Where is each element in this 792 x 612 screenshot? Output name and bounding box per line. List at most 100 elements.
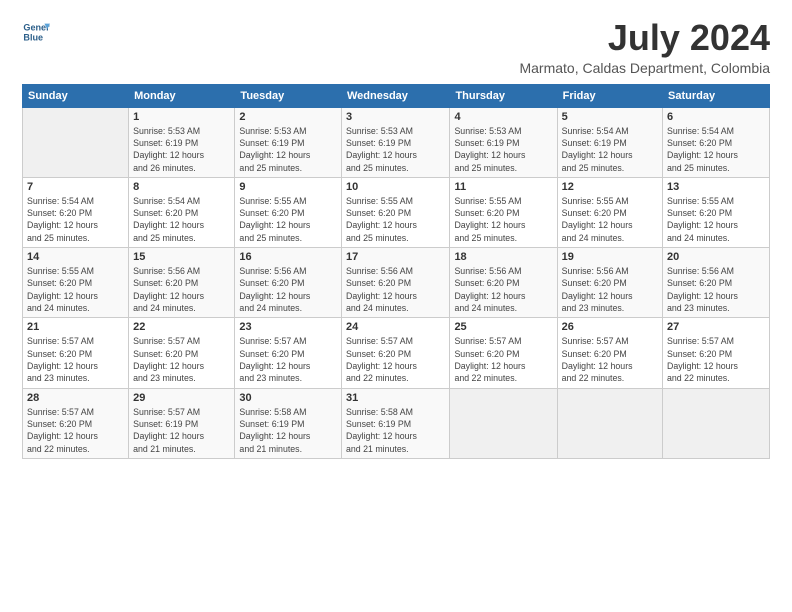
day-info: Sunrise: 5:57 AM Sunset: 6:20 PM Dayligh… — [346, 335, 445, 384]
day-number: 4 — [454, 111, 552, 123]
day-info: Sunrise: 5:53 AM Sunset: 6:19 PM Dayligh… — [346, 125, 445, 174]
calendar-cell: 25 Sunrise: 5:57 AM Sunset: 6:20 PM Dayli… — [450, 318, 557, 388]
day-number: 12 — [562, 181, 658, 193]
calendar-cell: 17Sunrise: 5:56 AM Sunset: 6:20 PM Dayli… — [341, 248, 449, 318]
day-number: 10 — [346, 181, 445, 193]
calendar-cell: 10 Sunrise: 5:55 AM Sunset: 6:20 PM Dayli… — [341, 177, 449, 247]
calendar-cell: 4 Sunrise: 5:53 AM Sunset: 6:19 PM Daylig… — [450, 107, 557, 177]
day-number: 3 — [346, 111, 445, 123]
day-info: Sunrise: 5:55 AM Sunset: 6:20 PM Dayligh… — [346, 195, 445, 244]
calendar-cell: 18Sunrise: 5:56 AM Sunset: 6:20 PM Dayli… — [450, 248, 557, 318]
day-info: Sunrise: 5:55 AM Sunset: 6:20 PM Dayligh… — [562, 195, 658, 244]
logo-icon: General Blue — [22, 18, 50, 46]
calendar-table: SundayMondayTuesdayWednesdayThursdayFrid… — [22, 84, 770, 459]
day-info: Sunrise: 5:54 AM Sunset: 6:19 PM Dayligh… — [562, 125, 658, 174]
day-info: Sunrise: 5:56 AM Sunset: 6:20 PM Dayligh… — [239, 265, 337, 314]
calendar-cell — [663, 388, 770, 458]
calendar-cell: 21Sunrise: 5:57 AM Sunset: 6:20 PM Dayli… — [23, 318, 129, 388]
day-info: Sunrise: 5:56 AM Sunset: 6:20 PM Dayligh… — [133, 265, 230, 314]
day-info: Sunrise: 5:57 AM Sunset: 6:20 PM Dayligh… — [27, 406, 124, 455]
day-number: 6 — [667, 111, 765, 123]
calendar-cell: 22 Sunrise: 5:57 AM Sunset: 6:20 PM Dayli… — [129, 318, 235, 388]
day-number: 13 — [667, 181, 765, 193]
calendar-header-cell: Monday — [129, 84, 235, 107]
calendar-header-cell: Wednesday — [341, 84, 449, 107]
logo: General Blue — [22, 18, 50, 46]
day-info: Sunrise: 5:58 AM Sunset: 6:19 PM Dayligh… — [239, 406, 337, 455]
day-info: Sunrise: 5:54 AM Sunset: 6:20 PM Dayligh… — [667, 125, 765, 174]
day-number: 23 — [239, 321, 337, 333]
calendar-cell: 6 Sunrise: 5:54 AM Sunset: 6:20 PM Daylig… — [663, 107, 770, 177]
calendar-body: 1 Sunrise: 5:53 AM Sunset: 6:19 PM Daylig… — [23, 107, 770, 458]
calendar-cell — [557, 388, 662, 458]
day-info: Sunrise: 5:57 AM Sunset: 6:20 PM Dayligh… — [27, 335, 124, 384]
calendar-cell: 20 Sunrise: 5:56 AM Sunset: 6:20 PM Dayli… — [663, 248, 770, 318]
calendar-cell: 24 Sunrise: 5:57 AM Sunset: 6:20 PM Dayli… — [341, 318, 449, 388]
day-number: 17 — [346, 251, 445, 263]
calendar-cell: 30 Sunrise: 5:58 AM Sunset: 6:19 PM Dayli… — [235, 388, 342, 458]
calendar-header-cell: Friday — [557, 84, 662, 107]
calendar-week-row: 28 Sunrise: 5:57 AM Sunset: 6:20 PM Dayli… — [23, 388, 770, 458]
calendar-cell: 15Sunrise: 5:56 AM Sunset: 6:20 PM Dayli… — [129, 248, 235, 318]
day-number: 30 — [239, 392, 337, 404]
day-number: 24 — [346, 321, 445, 333]
calendar-week-row: 14 Sunrise: 5:55 AM Sunset: 6:20 PM Dayli… — [23, 248, 770, 318]
day-number: 5 — [562, 111, 658, 123]
day-info: Sunrise: 5:56 AM Sunset: 6:20 PM Dayligh… — [454, 265, 552, 314]
calendar-cell: 9Sunrise: 5:55 AM Sunset: 6:20 PM Daylig… — [235, 177, 342, 247]
day-info: Sunrise: 5:54 AM Sunset: 6:20 PM Dayligh… — [27, 195, 124, 244]
subtitle: Marmato, Caldas Department, Colombia — [519, 60, 770, 76]
calendar-header-cell: Sunday — [23, 84, 129, 107]
day-number: 14 — [27, 251, 124, 263]
header: General Blue July 2024 Marmato, Caldas D… — [22, 18, 770, 76]
calendar-header-cell: Thursday — [450, 84, 557, 107]
day-number: 20 — [667, 251, 765, 263]
day-number: 11 — [454, 181, 552, 193]
day-number: 19 — [562, 251, 658, 263]
day-info: Sunrise: 5:57 AM Sunset: 6:20 PM Dayligh… — [667, 335, 765, 384]
day-number: 25 — [454, 321, 552, 333]
day-info: Sunrise: 5:55 AM Sunset: 6:20 PM Dayligh… — [667, 195, 765, 244]
calendar-cell: 29Sunrise: 5:57 AM Sunset: 6:19 PM Dayli… — [129, 388, 235, 458]
day-number: 1 — [133, 111, 230, 123]
day-number: 9 — [239, 181, 337, 193]
calendar-cell: 8 Sunrise: 5:54 AM Sunset: 6:20 PM Daylig… — [129, 177, 235, 247]
calendar-cell: 23 Sunrise: 5:57 AM Sunset: 6:20 PM Dayli… — [235, 318, 342, 388]
day-number: 31 — [346, 392, 445, 404]
calendar-week-row: 21Sunrise: 5:57 AM Sunset: 6:20 PM Dayli… — [23, 318, 770, 388]
calendar-cell: 2 Sunrise: 5:53 AM Sunset: 6:19 PM Daylig… — [235, 107, 342, 177]
day-info: Sunrise: 5:53 AM Sunset: 6:19 PM Dayligh… — [239, 125, 337, 174]
day-number: 2 — [239, 111, 337, 123]
calendar-cell: 5 Sunrise: 5:54 AM Sunset: 6:19 PM Daylig… — [557, 107, 662, 177]
calendar-header-cell: Saturday — [663, 84, 770, 107]
calendar-cell: 3 Sunrise: 5:53 AM Sunset: 6:19 PM Daylig… — [341, 107, 449, 177]
calendar-cell: 13 Sunrise: 5:55 AM Sunset: 6:20 PM Dayli… — [663, 177, 770, 247]
main-title: July 2024 — [519, 18, 770, 58]
day-info: Sunrise: 5:58 AM Sunset: 6:19 PM Dayligh… — [346, 406, 445, 455]
day-info: Sunrise: 5:54 AM Sunset: 6:20 PM Dayligh… — [133, 195, 230, 244]
day-info: Sunrise: 5:53 AM Sunset: 6:19 PM Dayligh… — [133, 125, 230, 174]
calendar-cell: 12 Sunrise: 5:55 AM Sunset: 6:20 PM Dayli… — [557, 177, 662, 247]
calendar-cell: 19 Sunrise: 5:56 AM Sunset: 6:20 PM Dayli… — [557, 248, 662, 318]
day-info: Sunrise: 5:56 AM Sunset: 6:20 PM Dayligh… — [562, 265, 658, 314]
calendar-cell: 16 Sunrise: 5:56 AM Sunset: 6:20 PM Dayli… — [235, 248, 342, 318]
calendar-cell: 26Sunrise: 5:57 AM Sunset: 6:20 PM Dayli… — [557, 318, 662, 388]
day-info: Sunrise: 5:57 AM Sunset: 6:20 PM Dayligh… — [454, 335, 552, 384]
day-info: Sunrise: 5:55 AM Sunset: 6:20 PM Dayligh… — [454, 195, 552, 244]
calendar-cell — [23, 107, 129, 177]
day-info: Sunrise: 5:53 AM Sunset: 6:19 PM Dayligh… — [454, 125, 552, 174]
day-info: Sunrise: 5:57 AM Sunset: 6:20 PM Dayligh… — [562, 335, 658, 384]
day-info: Sunrise: 5:56 AM Sunset: 6:20 PM Dayligh… — [667, 265, 765, 314]
page: General Blue July 2024 Marmato, Caldas D… — [0, 0, 792, 471]
day-number: 8 — [133, 181, 230, 193]
day-info: Sunrise: 5:57 AM Sunset: 6:19 PM Dayligh… — [133, 406, 230, 455]
day-info: Sunrise: 5:57 AM Sunset: 6:20 PM Dayligh… — [239, 335, 337, 384]
calendar-cell: 7Sunrise: 5:54 AM Sunset: 6:20 PM Daylig… — [23, 177, 129, 247]
day-number: 22 — [133, 321, 230, 333]
title-block: July 2024 Marmato, Caldas Department, Co… — [519, 18, 770, 76]
day-info: Sunrise: 5:57 AM Sunset: 6:20 PM Dayligh… — [133, 335, 230, 384]
day-info: Sunrise: 5:55 AM Sunset: 6:20 PM Dayligh… — [27, 265, 124, 314]
day-number: 28 — [27, 392, 124, 404]
calendar-cell: 14 Sunrise: 5:55 AM Sunset: 6:20 PM Dayli… — [23, 248, 129, 318]
day-number: 16 — [239, 251, 337, 263]
